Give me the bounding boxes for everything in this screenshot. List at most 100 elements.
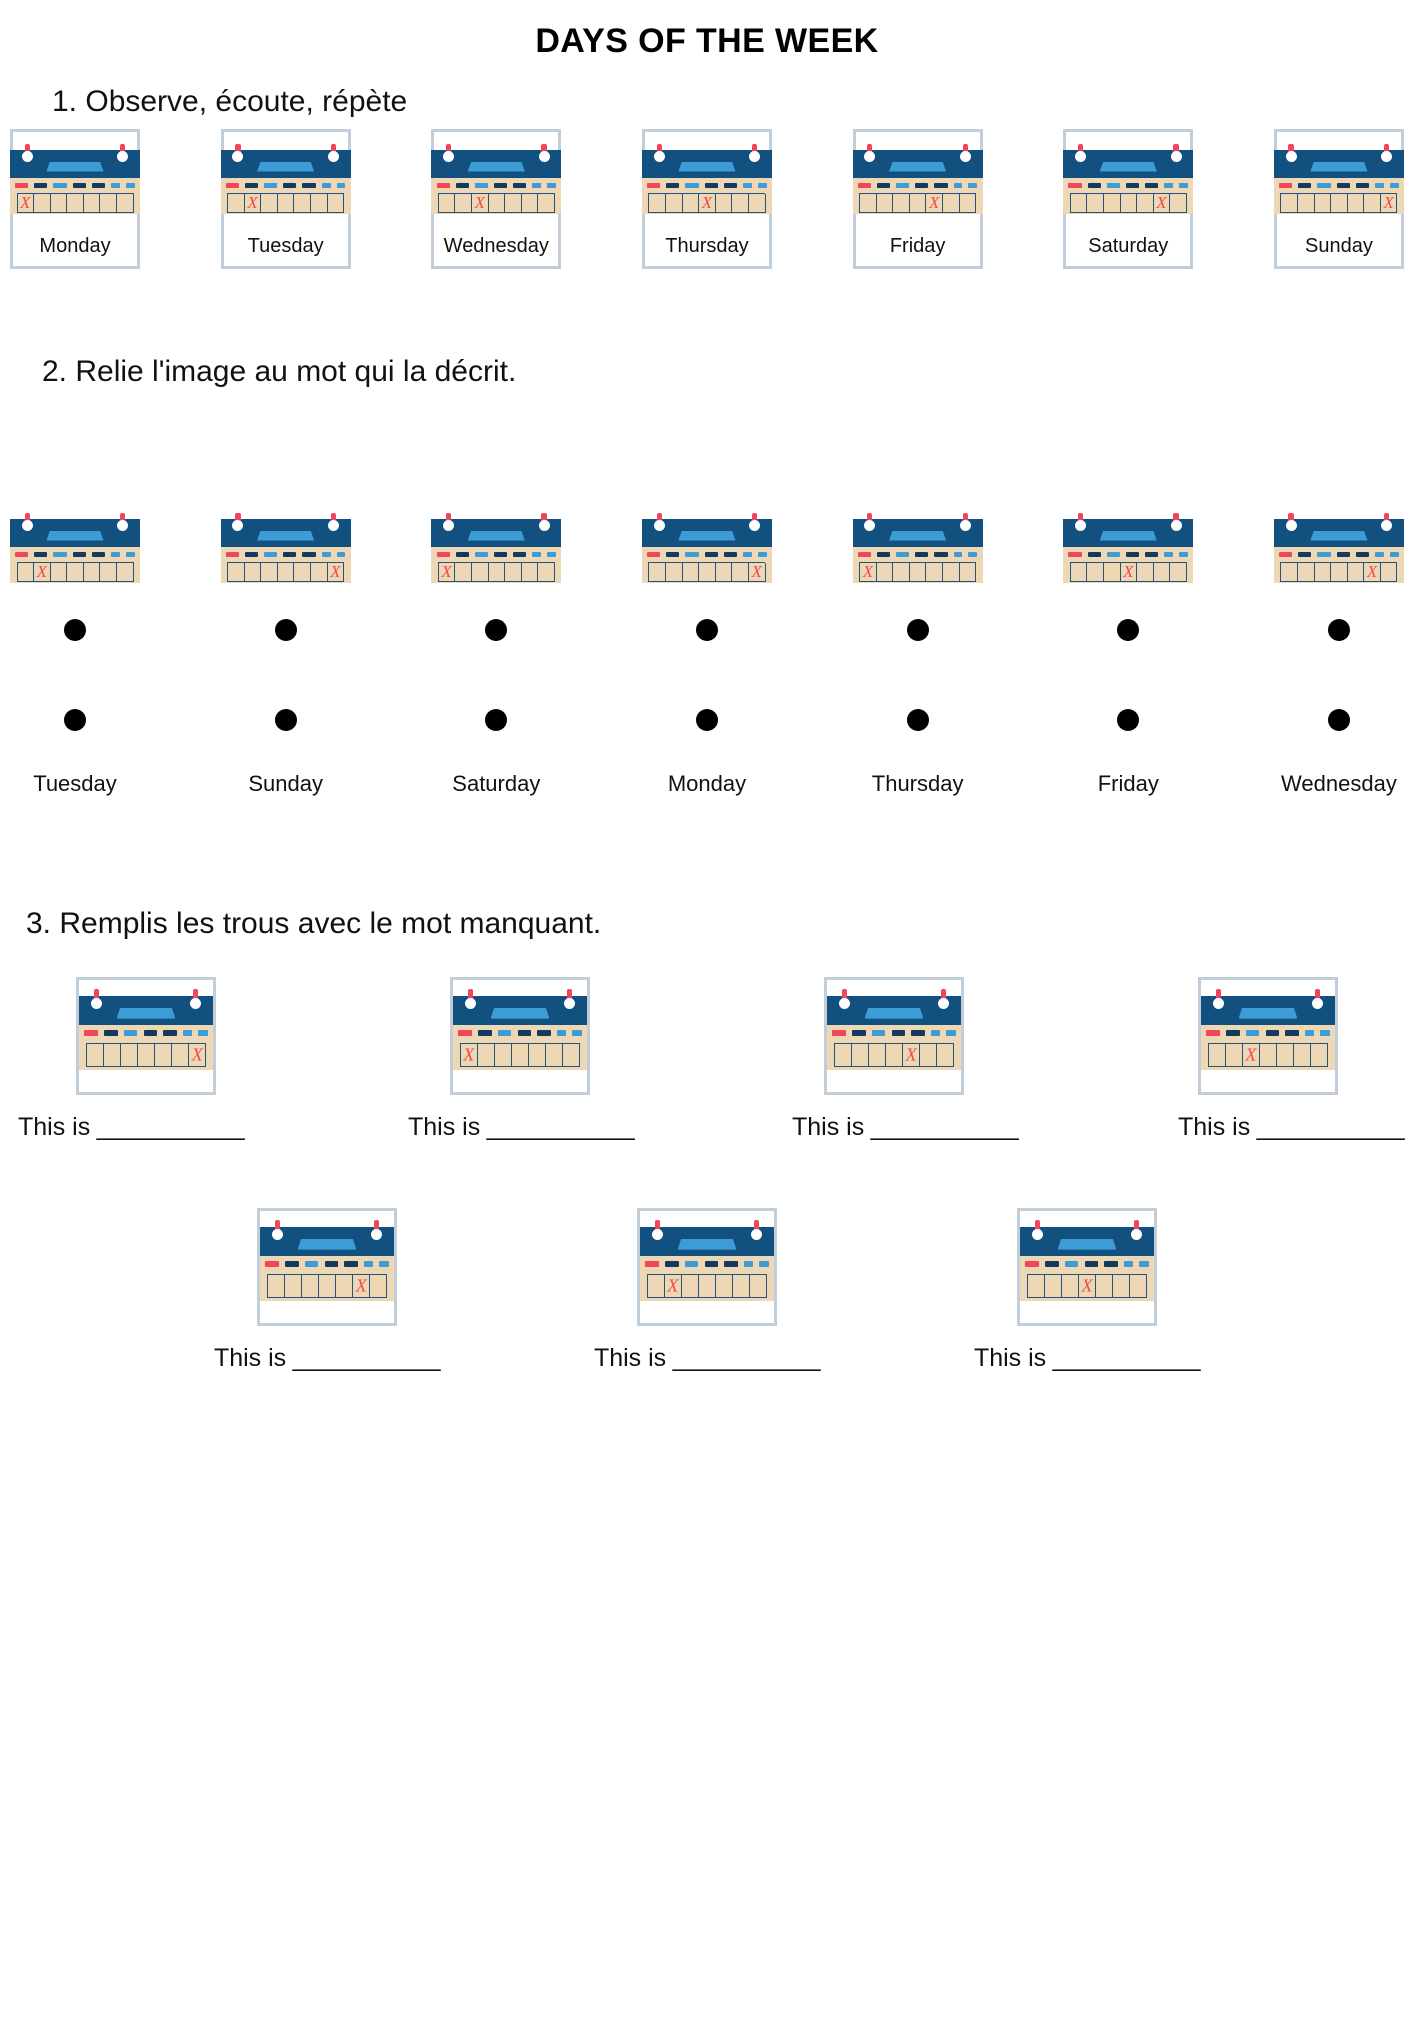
calendar-grid: X — [1069, 562, 1187, 582]
match-word-label[interactable]: Thursday — [853, 771, 983, 797]
match-word-label[interactable]: Monday — [642, 771, 772, 797]
calendar-day-cell — [926, 563, 944, 582]
connector-dot-icon[interactable] — [906, 619, 929, 641]
calendar-ring-left-icon — [653, 144, 665, 162]
calendar-ring-bead — [749, 150, 761, 162]
calendar-ring-bead — [117, 519, 129, 531]
calendar-day-cell — [538, 563, 555, 582]
weekday-dash — [478, 1030, 492, 1037]
calendar-day-cell — [1347, 563, 1365, 582]
match-calendar-image[interactable]: X — [1063, 501, 1194, 601]
match-calendar-image[interactable]: X — [1273, 501, 1404, 601]
fill-blank-prompt[interactable]: This is ___________ — [1138, 1113, 1405, 1142]
calendar-ring-bead — [232, 519, 244, 531]
calendar-day-cell — [1096, 1274, 1114, 1299]
connector-dot-icon[interactable] — [695, 619, 718, 641]
weekday-dash — [1104, 1261, 1118, 1268]
fill-blank-line[interactable]: ___________ — [480, 1113, 635, 1141]
weekday-dash — [532, 182, 542, 188]
calendar-icon: X — [641, 132, 772, 232]
match-word-label[interactable]: Friday — [1063, 771, 1193, 797]
fill-blank-line[interactable]: ___________ — [286, 1344, 441, 1372]
weekday-dash — [1087, 182, 1101, 188]
calendar-ring-bead — [189, 997, 201, 1010]
fill-blank-item: X This is ___________ — [16, 977, 276, 1142]
match-word-label[interactable]: Sunday — [221, 771, 351, 797]
connector-dot-icon[interactable] — [274, 709, 297, 731]
fill-blank-line[interactable]: ___________ — [90, 1113, 245, 1141]
calendar-day-cell — [1027, 1274, 1045, 1299]
fill-blank-prefix: This is — [792, 1113, 865, 1141]
calendar-day-cell — [715, 194, 733, 213]
day-card[interactable]: X Saturday — [1063, 129, 1194, 269]
match-word-label[interactable]: Saturday — [431, 771, 561, 797]
weekday-dash — [455, 182, 469, 188]
fill-blank-line[interactable]: ___________ — [864, 1113, 1019, 1141]
fill-blank-prompt[interactable]: This is ___________ — [592, 1344, 822, 1373]
calendar-ring-right-icon — [327, 144, 339, 162]
weekday-dash — [757, 551, 767, 557]
fill-blank-item: X This is ___________ — [972, 1208, 1202, 1373]
weekday-dash — [517, 1030, 532, 1037]
weekday-dash — [493, 182, 508, 188]
fill-blank-prompt[interactable]: This is ___________ — [16, 1113, 276, 1142]
calendar-weekday-dashes — [265, 1261, 389, 1268]
weekday-dash — [723, 182, 737, 188]
calendar-grid: X — [16, 562, 134, 582]
match-calendar-image[interactable]: X — [431, 501, 562, 601]
weekday-dash — [1285, 1030, 1299, 1037]
weekday-dash — [934, 182, 948, 188]
calendar-day-cell — [834, 1043, 852, 1068]
calendar-weekday-dashes — [857, 551, 978, 557]
weekday-dash — [832, 1030, 846, 1037]
connector-dot-icon[interactable] — [64, 619, 86, 641]
day-card[interactable]: X Monday — [10, 129, 140, 269]
weekday-dash — [264, 551, 278, 557]
connector-dot-icon[interactable] — [64, 709, 86, 731]
connector-dot-icon[interactable] — [1327, 709, 1350, 731]
connector-dot-icon[interactable] — [274, 619, 297, 641]
calendar-icon: X — [641, 501, 772, 601]
match-word-label[interactable]: Tuesday — [10, 771, 140, 797]
fill-blank-line[interactable]: ___________ — [1250, 1113, 1405, 1141]
calendar-day-cell — [50, 194, 68, 213]
calendar-day-cell — [100, 563, 117, 582]
calendar-card: X — [824, 977, 964, 1095]
calendar-ring-bead — [653, 150, 665, 162]
weekday-dash — [891, 1030, 906, 1037]
match-calendar-image[interactable]: X — [641, 501, 772, 601]
match-calendar-image[interactable]: X — [220, 501, 351, 601]
connector-dot-icon[interactable] — [485, 709, 508, 731]
day-card[interactable]: X Sunday — [1273, 129, 1404, 269]
weekday-dash — [1068, 182, 1082, 188]
connector-dot-icon[interactable] — [1327, 619, 1350, 641]
day-card[interactable]: X Friday — [852, 129, 983, 269]
fill-blank-prompt[interactable]: This is ___________ — [212, 1344, 442, 1373]
fill-blank-line[interactable]: ___________ — [666, 1344, 821, 1372]
fill-blank-prompt[interactable]: This is ___________ — [764, 1113, 1024, 1142]
calendar-day-cell — [681, 1274, 699, 1299]
connector-dot-icon[interactable] — [1117, 709, 1140, 731]
calendar-day-cell — [521, 194, 539, 213]
match-calendar-image[interactable]: X — [10, 501, 140, 601]
calendar-ring-right-icon — [749, 144, 761, 162]
weekday-dash — [84, 1030, 98, 1037]
day-card[interactable]: X Tuesday — [220, 129, 351, 269]
section-1-card-row: X Monday X Tuesday X Wednesday X Thursday X Frida… — [0, 129, 1414, 269]
calendar-icon: X — [1020, 1211, 1154, 1323]
calendar-day-cell — [893, 563, 910, 582]
match-calendar-image[interactable]: X — [852, 501, 983, 601]
calendar-day-cell — [505, 563, 522, 582]
match-word-label[interactable]: Wednesday — [1274, 771, 1404, 797]
fill-blank-line[interactable]: ___________ — [1046, 1344, 1201, 1372]
weekday-dash — [704, 551, 718, 557]
day-card[interactable]: X Wednesday — [431, 129, 562, 269]
connector-dot-icon[interactable] — [1117, 619, 1140, 641]
connector-dot-icon[interactable] — [906, 709, 929, 731]
day-card[interactable]: X Thursday — [641, 129, 772, 269]
fill-blank-prompt[interactable]: This is ___________ — [390, 1113, 650, 1142]
connector-dot-icon[interactable] — [485, 619, 508, 641]
connector-dot-icon[interactable] — [695, 709, 718, 731]
weekday-dash — [572, 1030, 582, 1037]
fill-blank-prompt[interactable]: This is ___________ — [972, 1344, 1202, 1373]
